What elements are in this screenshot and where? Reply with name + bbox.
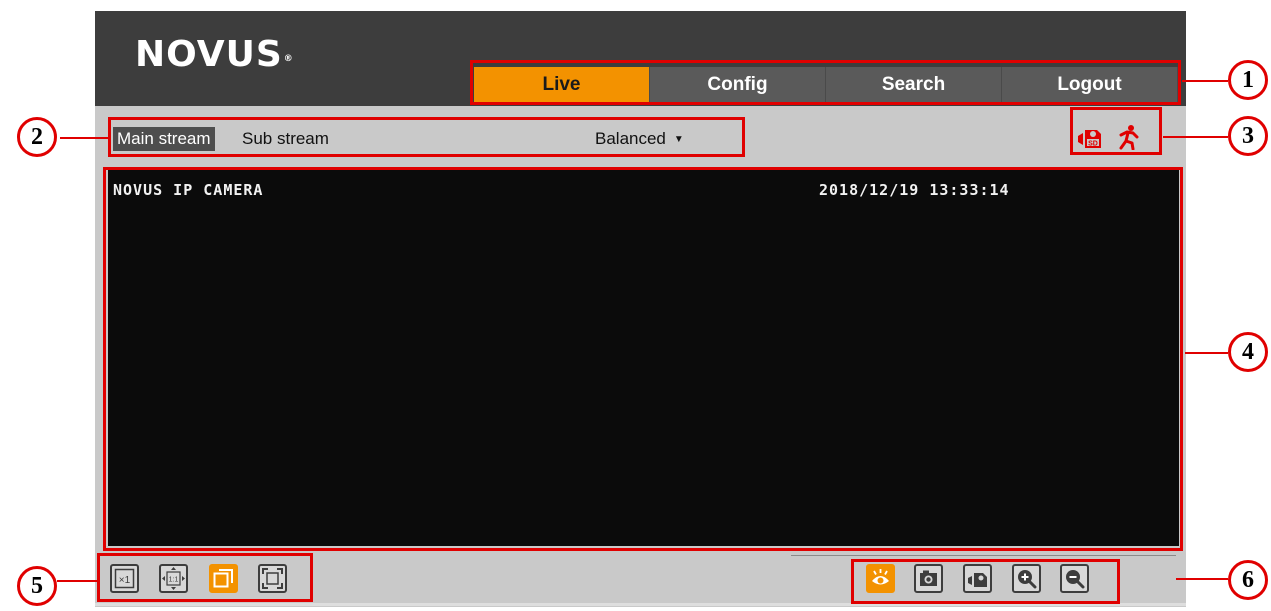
callout-arrow bbox=[57, 580, 97, 582]
callout-number-5: 5 bbox=[17, 566, 57, 606]
callout-arrow bbox=[1176, 578, 1228, 580]
callout-box-view-controls bbox=[97, 553, 313, 602]
callout-number-3: 3 bbox=[1228, 116, 1268, 156]
callout-box-navigation bbox=[470, 60, 1181, 105]
callout-arrow bbox=[60, 137, 108, 139]
divider bbox=[791, 555, 1176, 556]
callout-box-status bbox=[1070, 107, 1162, 155]
callout-arrow bbox=[1182, 80, 1228, 82]
callout-box-streams bbox=[108, 117, 745, 157]
callout-number-6: 6 bbox=[1228, 560, 1268, 600]
callout-box-video bbox=[103, 167, 1183, 551]
callout-number-4: 4 bbox=[1228, 332, 1268, 372]
callout-box-live-controls bbox=[851, 559, 1120, 604]
callout-arrow bbox=[1185, 352, 1228, 354]
callout-number-2: 2 bbox=[17, 117, 57, 157]
novus-logo: NOVUS® bbox=[135, 34, 294, 75]
callout-number-1: 1 bbox=[1228, 60, 1268, 100]
callout-arrow bbox=[1163, 136, 1228, 138]
